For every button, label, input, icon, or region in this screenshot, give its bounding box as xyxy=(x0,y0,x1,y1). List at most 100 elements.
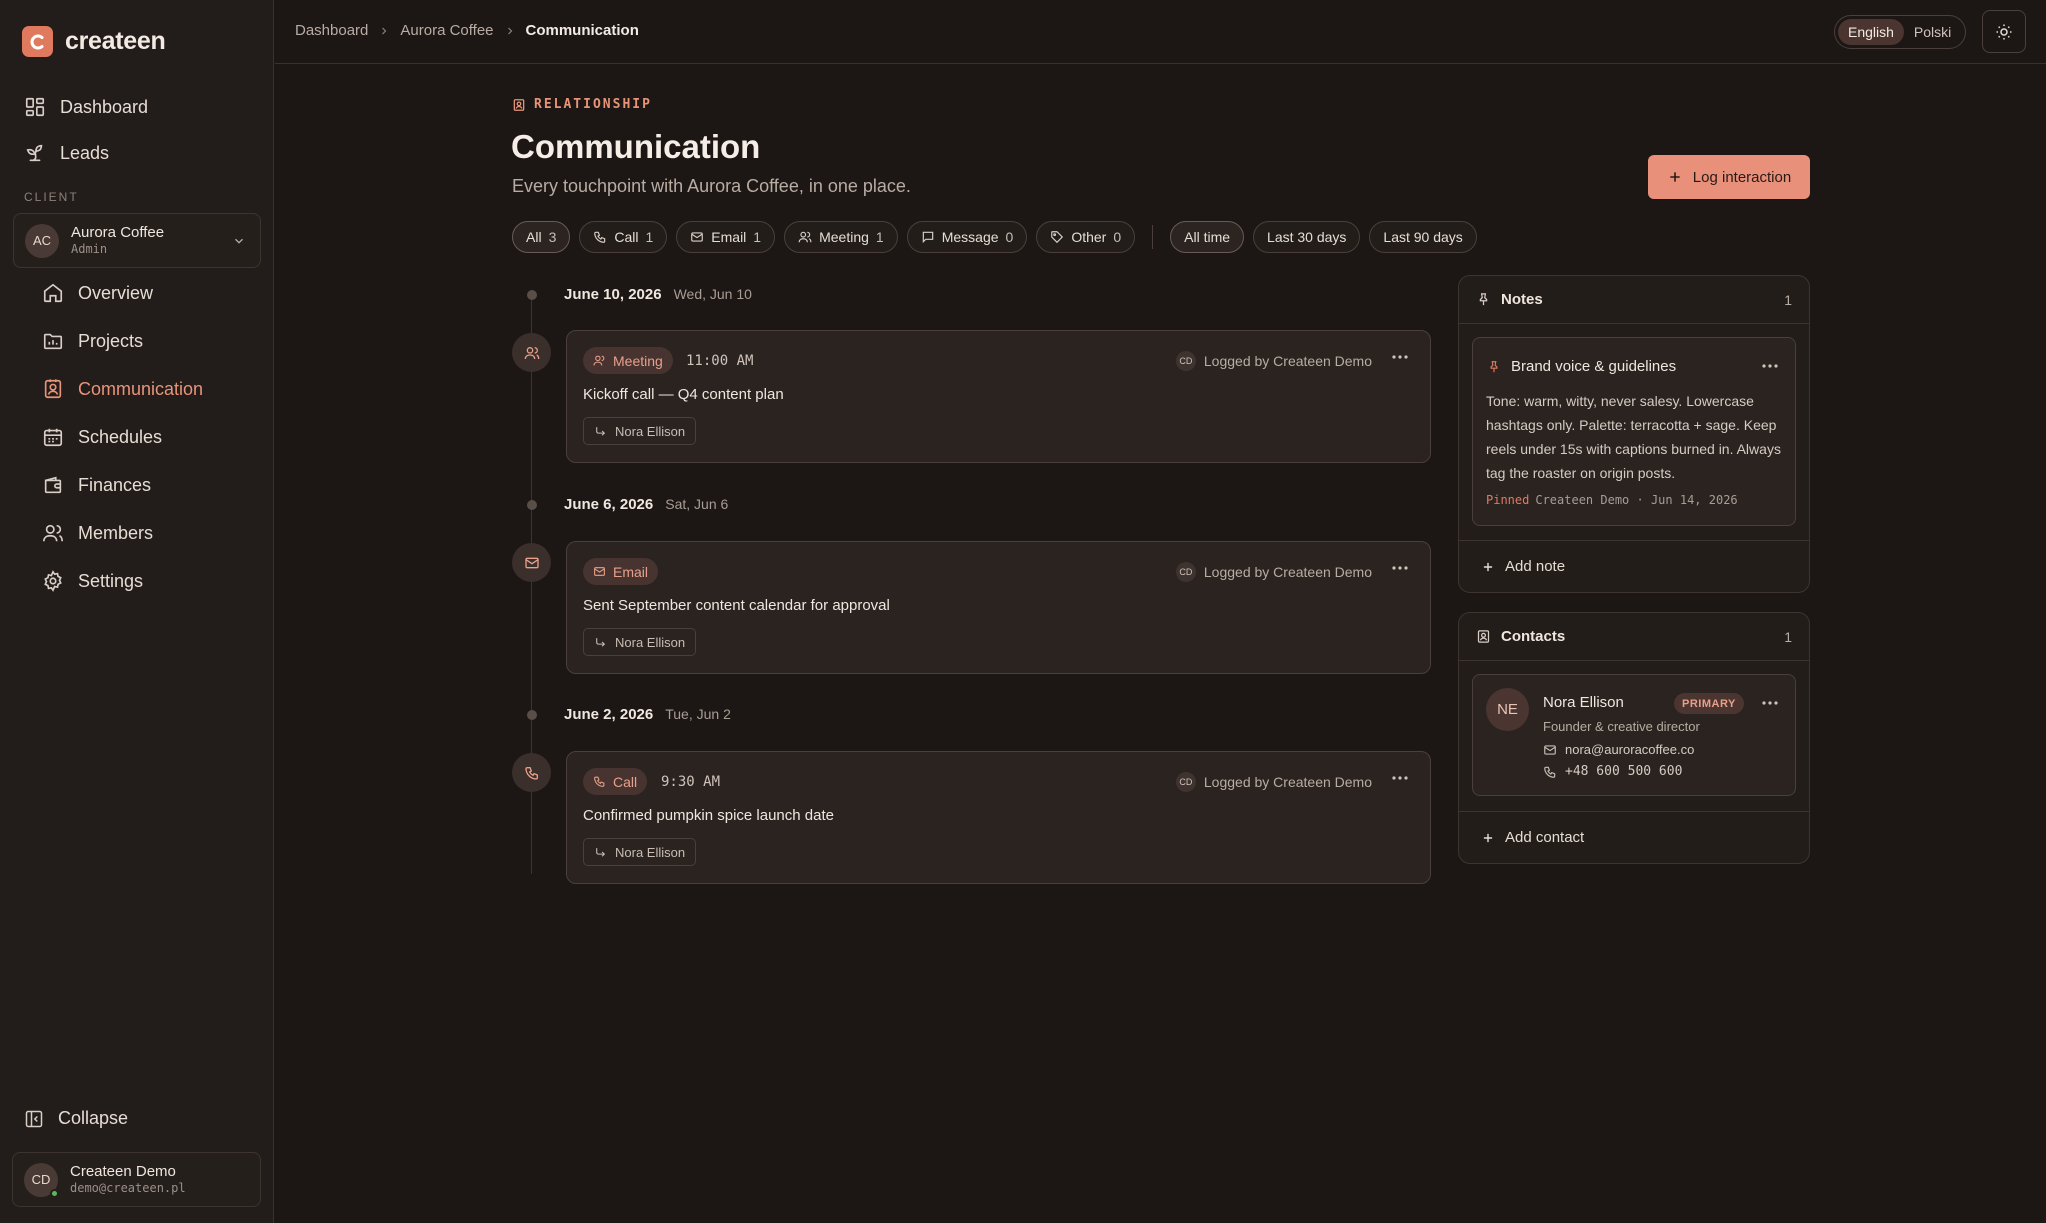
breadcrumb-client[interactable]: Aurora Coffee xyxy=(400,22,493,39)
filter-email[interactable]: Email 1 xyxy=(676,221,776,253)
corner-down-right-icon xyxy=(594,425,607,438)
nav-item-schedules[interactable]: Schedules xyxy=(32,413,260,461)
filter-meeting[interactable]: Meeting 1 xyxy=(784,221,898,253)
note-card[interactable]: Brand voice & guidelines Tone: warm, wit… xyxy=(1472,337,1796,526)
logged-by: CD Logged by Createen Demo xyxy=(1175,351,1372,371)
type-badge: Email xyxy=(583,558,659,585)
timeline-date: June 2, 2026 Tue, Jun 2 xyxy=(564,706,731,723)
nav-item-finances[interactable]: Finances xyxy=(32,461,260,509)
brand[interactable]: createen xyxy=(22,26,166,57)
more-options-icon[interactable] xyxy=(1392,776,1408,780)
filter-label: Meeting xyxy=(819,229,869,245)
contacts-panel: Contacts 1 NE Nora Ellison PRIMARY Found… xyxy=(1458,612,1810,864)
nav-item-label: Schedules xyxy=(78,426,163,447)
phone-icon xyxy=(593,230,607,244)
plus-icon xyxy=(1667,169,1683,185)
contact-email: nora@auroracoffee.co xyxy=(1565,742,1695,757)
more-options-icon[interactable] xyxy=(1762,364,1778,368)
nav-item-label: Projects xyxy=(78,330,144,351)
contact-email-row[interactable]: nora@auroracoffee.co xyxy=(1543,742,1694,757)
plus-icon xyxy=(1481,560,1495,574)
call-type-icon xyxy=(512,753,551,792)
contact-book-icon xyxy=(42,378,64,400)
filter-call[interactable]: Call 1 xyxy=(579,221,668,253)
nav-item-settings[interactable]: Settings xyxy=(32,557,260,605)
sidebar: createen Dashboard Leads CLIENT AC Auror… xyxy=(0,0,274,1223)
more-options-icon[interactable] xyxy=(1762,701,1778,705)
nav-item-label: Members xyxy=(78,522,154,543)
user-email: demo@createen.pl xyxy=(70,1181,186,1196)
client-switcher[interactable]: AC Aurora Coffee Admin xyxy=(13,213,261,268)
interaction-card[interactable]: Email CD Logged by Createen Demo Sent Se… xyxy=(566,541,1431,674)
filter-label: Other xyxy=(1071,229,1107,245)
chevron-right-icon xyxy=(378,25,390,37)
filter-count: 1 xyxy=(753,229,762,245)
collapse-button[interactable]: Collapse xyxy=(24,1108,128,1129)
nav-item-leads[interactable]: Leads xyxy=(14,130,260,176)
lang-option-polski[interactable]: Polski xyxy=(1904,19,1961,45)
chevron-right-icon xyxy=(504,25,516,37)
weekday-label: Sat, Jun 6 xyxy=(665,496,729,512)
nav-item-overview[interactable]: Overview xyxy=(32,269,260,317)
contact-chip[interactable]: Nora Ellison xyxy=(583,417,697,445)
filter-message[interactable]: Message 0 xyxy=(906,221,1028,253)
filter-bar: All 3 Call 1 Email 1 Meeting 1 Message 0… xyxy=(512,221,1477,253)
contact-card[interactable]: NE Nora Ellison PRIMARY Founder & creati… xyxy=(1472,674,1796,796)
log-interaction-button[interactable]: Log interaction xyxy=(1648,155,1810,199)
contact-phone: +48 600 500 600 xyxy=(1565,764,1683,779)
interaction-title: Kickoff call — Q4 content plan xyxy=(583,386,784,403)
log-interaction-label: Log interaction xyxy=(1692,168,1792,186)
nav-item-label: Finances xyxy=(78,474,152,495)
user-menu[interactable]: CD Createen Demo demo@createen.pl xyxy=(12,1152,261,1207)
range-last-30-days[interactable]: Last 30 days xyxy=(1253,221,1361,253)
breadcrumb-dashboard[interactable]: Dashboard xyxy=(295,22,368,39)
nav-item-projects[interactable]: Projects xyxy=(32,317,260,365)
type-badge: Meeting xyxy=(583,347,673,374)
add-note-button[interactable]: Add note xyxy=(1459,540,1809,592)
contact-role: Founder & creative director xyxy=(1543,719,1700,734)
contact-chip[interactable]: Nora Ellison xyxy=(583,838,697,866)
user-initials: CD xyxy=(31,1172,51,1187)
filter-other[interactable]: Other 0 xyxy=(1036,221,1136,253)
gear-icon xyxy=(42,570,64,592)
nav-item-label: Overview xyxy=(78,282,154,303)
contact-chip[interactable]: Nora Ellison xyxy=(583,628,697,656)
breadcrumb: Dashboard Aurora Coffee Communication xyxy=(295,22,639,39)
timeline-date: June 6, 2026 Sat, Jun 6 xyxy=(564,496,728,513)
notes-header: Notes 1 xyxy=(1459,276,1809,324)
timeline-dot xyxy=(527,290,537,300)
contacts-title: Contacts xyxy=(1501,628,1566,645)
range-all-time[interactable]: All time xyxy=(1170,221,1245,253)
filter-all[interactable]: All 3 xyxy=(512,221,571,253)
interaction-time: 9:30 AM xyxy=(661,774,721,790)
contact-phone-row[interactable]: +48 600 500 600 xyxy=(1543,764,1682,779)
add-contact-button[interactable]: Add contact xyxy=(1459,811,1809,863)
user-name: Createen Demo xyxy=(70,1163,176,1181)
more-options-icon[interactable] xyxy=(1392,355,1408,359)
lang-option-english[interactable]: English xyxy=(1838,19,1904,45)
range-last-90-days[interactable]: Last 90 days xyxy=(1369,221,1477,253)
logger-avatar: CD xyxy=(1175,351,1196,371)
more-options-icon[interactable] xyxy=(1392,566,1408,570)
contacts-header: Contacts 1 xyxy=(1459,613,1809,661)
filter-count: 0 xyxy=(1113,229,1122,245)
weekday-label: Tue, Jun 2 xyxy=(665,706,731,722)
logged-by: CD Logged by Createen Demo xyxy=(1175,772,1372,792)
nav-item-dashboard[interactable]: Dashboard xyxy=(14,84,260,130)
sidebar-collapse-icon xyxy=(24,1109,44,1129)
note-meta: Pinned Createen Demo · Jun 14, 2026 xyxy=(1486,493,1738,507)
logged-by-label: Logged by Createen Demo xyxy=(1203,774,1372,790)
client-avatar: AC xyxy=(25,223,59,258)
breadcrumb-current: Communication xyxy=(525,22,639,39)
interaction-card[interactable]: Meeting 11:00 AM CD Logged by Createen D… xyxy=(566,330,1431,463)
filter-label: Call xyxy=(614,229,639,245)
theme-toggle-button[interactable] xyxy=(1982,10,2026,53)
mail-icon xyxy=(690,230,704,244)
date-label: June 6, 2026 xyxy=(564,496,654,513)
type-label: Call xyxy=(613,773,638,790)
nav-item-members[interactable]: Members xyxy=(32,509,260,557)
nav-item-communication[interactable]: Communication xyxy=(32,365,260,413)
folder-icon xyxy=(42,330,64,352)
type-badge: Call xyxy=(583,768,648,795)
interaction-card[interactable]: Call 9:30 AM CD Logged by Createen Demo … xyxy=(566,751,1431,884)
